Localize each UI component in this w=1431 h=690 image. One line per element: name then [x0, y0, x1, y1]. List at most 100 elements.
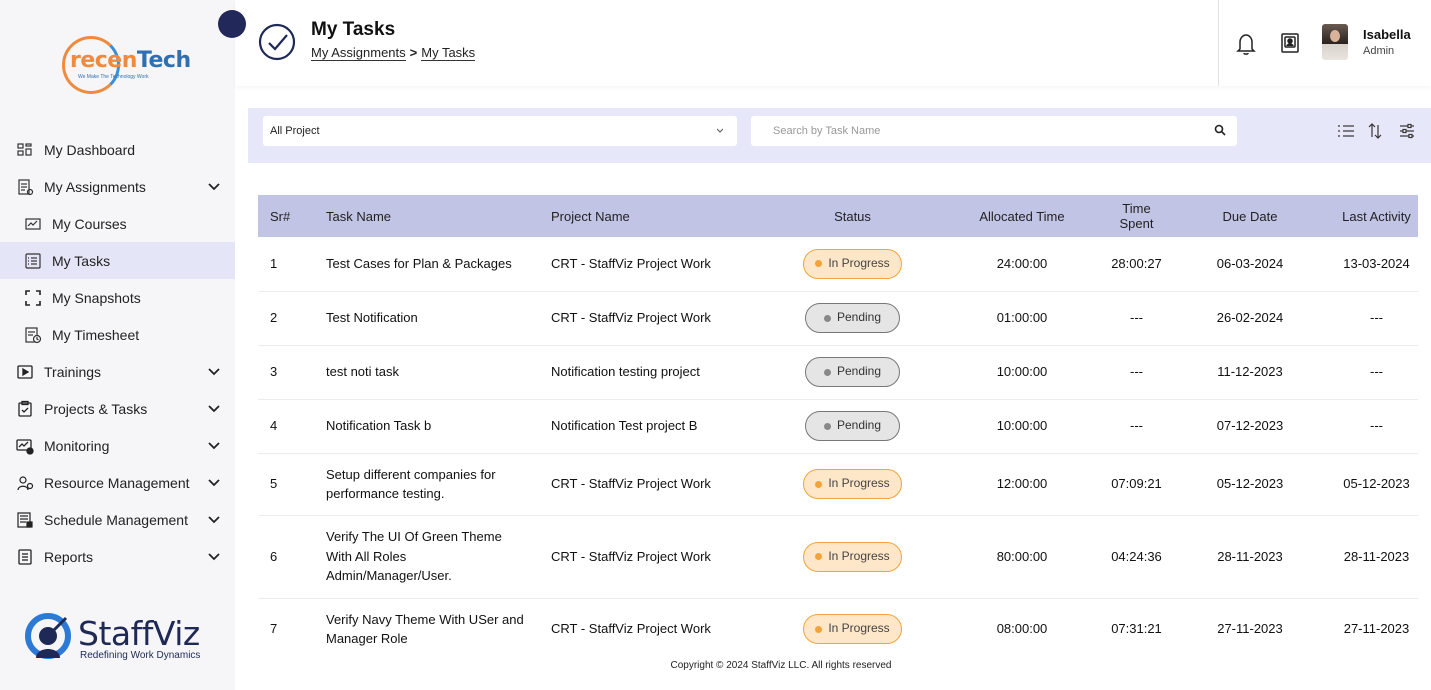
- cell-sr: 5: [258, 453, 314, 516]
- column-header-allocated-time[interactable]: Allocated Time: [936, 195, 1108, 237]
- cell-task-name: test noti task: [314, 345, 539, 400]
- cell-due-date: 07-12-2023: [1165, 399, 1335, 454]
- sidebar-item-label: My Tasks: [52, 253, 111, 269]
- column-header-due-date[interactable]: Due Date: [1165, 195, 1335, 237]
- status-dot-icon: [815, 625, 823, 633]
- chevron-down-icon[interactable]: [207, 476, 221, 490]
- contact-book-icon[interactable]: [1279, 32, 1301, 54]
- user-name: Isabella: [1363, 27, 1411, 42]
- table-row[interactable]: 2 Test Notification CRT - StaffViz Project…: [258, 291, 1418, 346]
- dashboard-icon: [17, 143, 32, 156]
- cell-project-name: CRT - StaffViz Project Work: [539, 598, 769, 647]
- sidebar-item-label: Resource Management: [44, 475, 190, 491]
- cell-last-activity: 28-11-2023: [1335, 515, 1418, 599]
- cell-project-name: CRT - StaffViz Project Work: [539, 515, 769, 599]
- cell-status: In Progress: [769, 237, 936, 292]
- cell-due-date: 06-03-2024: [1165, 237, 1335, 292]
- sidebar-item-schedule-management[interactable]: Schedule Management: [0, 501, 235, 538]
- projects-icon: [18, 400, 32, 417]
- cell-allocated-time: 01:00:00: [936, 291, 1108, 346]
- chevron-down-icon[interactable]: [207, 439, 221, 453]
- search-input[interactable]: [751, 116, 1237, 146]
- recentech-logo[interactable]: recenTech We Make The Technology Work: [60, 34, 191, 98]
- cell-project-name: CRT - StaffViz Project Work: [539, 237, 769, 292]
- status-badge: Pending: [804, 357, 901, 387]
- cell-last-activity: 13-03-2024: [1335, 237, 1418, 292]
- cell-status: In Progress: [769, 515, 936, 599]
- resource-icon: [17, 476, 34, 491]
- staffviz-logo[interactable]: StaffViz Redefining Work Dynamics: [20, 610, 225, 668]
- table-row[interactable]: 4 Notification Task b Notification Test pr…: [258, 399, 1418, 454]
- project-select[interactable]: All Project: [263, 116, 737, 146]
- courses-icon: [25, 218, 41, 230]
- chevron-down-icon[interactable]: [207, 180, 221, 194]
- cell-status: Pending: [769, 345, 936, 400]
- status-badge: In Progress: [803, 469, 902, 499]
- column-header-sr[interactable]: Sr#: [258, 195, 314, 237]
- cell-status: In Progress: [769, 453, 936, 516]
- chevron-down-icon[interactable]: [207, 513, 221, 527]
- cell-allocated-time: 24:00:00: [936, 237, 1108, 292]
- cell-due-date: 11-12-2023: [1165, 345, 1335, 400]
- cell-status: Pending: [769, 399, 936, 454]
- status-label: In Progress: [828, 476, 890, 491]
- sidebar-item-trainings[interactable]: Trainings: [0, 353, 235, 390]
- cell-due-date: 28-11-2023: [1165, 515, 1335, 599]
- chevron-down-icon[interactable]: [207, 402, 221, 416]
- column-header-last-activity[interactable]: Last Activity: [1335, 195, 1418, 237]
- breadcrumb-my-assignments[interactable]: My Assignments: [311, 45, 406, 61]
- cell-task-name: Setup different companies for performanc…: [314, 453, 539, 516]
- table-row[interactable]: 3 test noti task Notification testing proj…: [258, 345, 1418, 400]
- reports-icon: [18, 549, 32, 565]
- project-select-value: All Project: [270, 125, 320, 137]
- table-row[interactable]: 7 Verify Navy Theme With USer and Manager…: [258, 598, 1418, 647]
- sidebar: recenTech We Make The Technology Work My…: [0, 0, 235, 690]
- filter-sliders-icon[interactable]: [1398, 122, 1416, 140]
- page-title: My Tasks: [311, 19, 396, 40]
- tasks-table-container[interactable]: Sr# Task Name Project Name Status Alloca…: [258, 195, 1418, 647]
- chevron-down-icon[interactable]: [207, 365, 221, 379]
- table-row[interactable]: 1 Test Cases for Plan & Packages CRT - Sta…: [258, 237, 1418, 292]
- column-header-task-name[interactable]: Task Name: [314, 195, 539, 237]
- sidebar-item-my-assignments[interactable]: My Assignments: [0, 168, 235, 205]
- status-badge: In Progress: [803, 614, 902, 644]
- chevron-down-icon[interactable]: [207, 550, 221, 564]
- status-badge: In Progress: [803, 541, 902, 572]
- list-view-icon[interactable]: [1337, 122, 1355, 140]
- sidebar-item-my-tasks[interactable]: My Tasks: [0, 242, 235, 279]
- sort-icon[interactable]: [1366, 122, 1384, 140]
- bell-icon[interactable]: [1235, 32, 1257, 56]
- cell-sr: 1: [258, 237, 314, 292]
- status-dot-icon: [815, 480, 823, 488]
- sidebar-item-label: My Snapshots: [52, 290, 141, 306]
- search-icon[interactable]: [1214, 124, 1226, 136]
- sidebar-item-my-courses[interactable]: My Courses: [0, 205, 235, 242]
- table-row[interactable]: 5 Setup different companies for performan…: [258, 453, 1418, 516]
- cell-time-spent: ---: [1108, 399, 1165, 454]
- breadcrumb-my-tasks[interactable]: My Tasks: [421, 45, 476, 61]
- timesheet-icon: [25, 327, 42, 344]
- sidebar-item-my-snapshots[interactable]: My Snapshots: [0, 279, 235, 316]
- staffviz-name: StaffViz: [78, 614, 200, 653]
- status-badge: Pending: [804, 303, 901, 333]
- table-row[interactable]: 6 Verify The UI Of Green Theme With All R…: [258, 515, 1418, 599]
- column-header-status[interactable]: Status: [769, 195, 936, 237]
- sidebar-item-my-dashboard[interactable]: My Dashboard: [0, 131, 235, 168]
- column-header-project-name[interactable]: Project Name: [539, 195, 769, 237]
- sidebar-item-my-timesheet[interactable]: My Timesheet: [0, 316, 235, 353]
- chevron-down-icon: [716, 128, 724, 133]
- cell-allocated-time: 10:00:00: [936, 399, 1108, 454]
- sidebar-item-resource-management[interactable]: Resource Management: [0, 464, 235, 501]
- column-header-time-spent[interactable]: Time Spent: [1108, 195, 1165, 237]
- sidebar-item-projects-tasks[interactable]: Projects & Tasks: [0, 390, 235, 427]
- top-header: My Tasks My Assignments > My Tasks Isabell…: [235, 0, 1431, 86]
- cell-time-spent: ---: [1108, 291, 1165, 346]
- breadcrumb: My Assignments > My Tasks: [311, 45, 476, 61]
- sidebar-item-monitoring[interactable]: Monitoring: [0, 427, 235, 464]
- sidebar-toggle-dot[interactable]: [218, 10, 246, 38]
- avatar-face: [1330, 30, 1340, 42]
- cell-task-name: Verify Navy Theme With USer and Manager …: [314, 598, 539, 647]
- cell-project-name: CRT - StaffViz Project Work: [539, 291, 769, 346]
- sidebar-item-reports[interactable]: Reports: [0, 538, 235, 575]
- avatar[interactable]: [1322, 24, 1348, 60]
